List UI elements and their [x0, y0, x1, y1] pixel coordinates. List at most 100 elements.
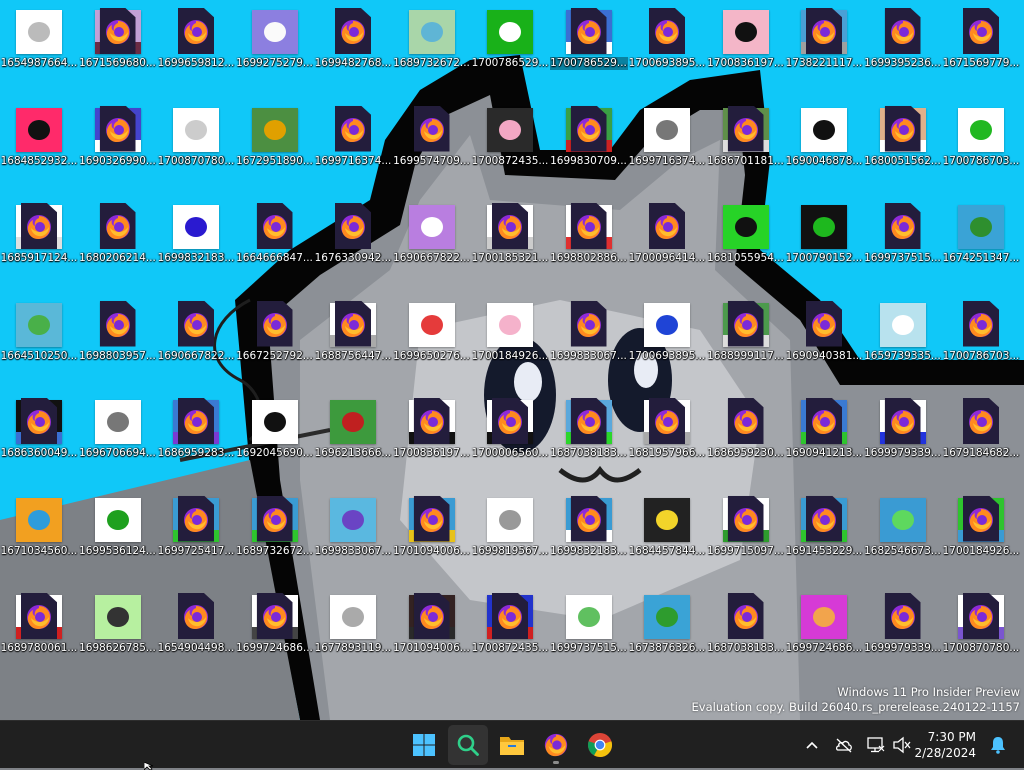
desktop-file-icon[interactable]: 1699715097...: [707, 494, 785, 562]
show-hidden-icons-button[interactable]: [800, 733, 824, 757]
taskbar-clock[interactable]: 7:30 PM 2/28/2024: [914, 729, 976, 761]
desktop-file-icon[interactable]: 1664510250...: [0, 299, 78, 367]
start-button[interactable]: [404, 725, 444, 765]
desktop-file-icon[interactable]: 1696213666...: [314, 396, 392, 464]
desktop-file-icon[interactable]: 1677893119...: [314, 591, 392, 659]
desktop-file-icon[interactable]: 1690667822...: [393, 201, 471, 269]
desktop-file-icon[interactable]: 1692045690...: [236, 396, 314, 464]
desktop-file-icon[interactable]: 1700836197...: [393, 396, 471, 464]
desktop-file-icon[interactable]: 1701094006...: [393, 494, 471, 562]
desktop-file-icon[interactable]: 1700693895...: [628, 299, 706, 367]
desktop-file-icon[interactable]: 1700185321...: [471, 201, 549, 269]
desktop-file-icon[interactable]: 1698802886...: [550, 201, 628, 269]
desktop-file-icon[interactable]: 1686701181...: [707, 104, 785, 172]
desktop-file-icon[interactable]: 1700006560...: [471, 396, 549, 464]
desktop-file-icon[interactable]: 1681957966...: [628, 396, 706, 464]
desktop-file-icon[interactable]: 1685917124...: [0, 201, 78, 269]
desktop-file-icon[interactable]: 1699833067...: [314, 494, 392, 562]
desktop-file-icon[interactable]: 1698626785...: [79, 591, 157, 659]
desktop-file-icon[interactable]: 1699574709...: [393, 104, 471, 172]
desktop-file-icon[interactable]: 1671569779...: [942, 6, 1020, 74]
desktop-file-icon[interactable]: 1689732672...: [393, 6, 471, 74]
desktop-file-icon[interactable]: 1699737515...: [550, 591, 628, 659]
desktop-file-icon[interactable]: 1700786529...: [549, 6, 628, 74]
desktop-file-icon[interactable]: 1699832183...: [550, 494, 628, 562]
desktop-file-icon[interactable]: 1699819567...: [471, 494, 549, 562]
desktop-file-icon[interactable]: 1687038183...: [707, 591, 785, 659]
desktop-file-icon[interactable]: 1738221117...: [785, 6, 863, 74]
desktop-file-icon[interactable]: 1700870780...: [157, 104, 235, 172]
desktop-file-icon[interactable]: 1684457844...: [628, 494, 706, 562]
desktop-file-icon[interactable]: 1687038183...: [550, 396, 628, 464]
desktop-file-icon[interactable]: 1674251347...: [942, 201, 1020, 269]
network-tray-button[interactable]: [864, 733, 888, 757]
desktop-file-icon[interactable]: 1686360049...: [0, 396, 78, 464]
desktop-file-icon[interactable]: 1699737515...: [864, 201, 942, 269]
desktop-file-icon[interactable]: 1699650276...: [393, 299, 471, 367]
desktop-file-icon[interactable]: 1700872435...: [471, 104, 549, 172]
desktop-file-icon[interactable]: 1680051562...: [864, 104, 942, 172]
desktop-file-icon[interactable]: 1688999117...: [707, 299, 785, 367]
desktop-file-icon[interactable]: 1672951890...: [236, 104, 314, 172]
desktop-file-icon[interactable]: 1699395236...: [864, 6, 942, 74]
desktop-file-icon[interactable]: 1699724686...: [236, 591, 314, 659]
desktop-file-icon[interactable]: 1690326990...: [79, 104, 157, 172]
desktop-file-icon[interactable]: 1689780061...: [0, 591, 78, 659]
desktop-file-icon[interactable]: 1700693895...: [628, 6, 706, 74]
desktop-file-icon[interactable]: 1700790152...: [785, 201, 863, 269]
desktop-file-icon[interactable]: 1654987664...: [0, 6, 78, 74]
desktop-file-icon[interactable]: 1699832183...: [157, 201, 235, 269]
desktop-file-icon[interactable]: 1659739335...: [864, 299, 942, 367]
desktop-file-icon[interactable]: 1700096414...: [628, 201, 706, 269]
search-button[interactable]: [448, 725, 488, 765]
onedrive-tray-button[interactable]: [832, 733, 856, 757]
desktop-file-icon[interactable]: 1701094006...: [393, 591, 471, 659]
desktop-file-icon[interactable]: 1699716374...: [314, 104, 392, 172]
desktop-file-icon[interactable]: 1680206214...: [79, 201, 157, 269]
desktop-file-icon[interactable]: 1700184926...: [942, 494, 1020, 562]
desktop-file-icon[interactable]: 1700786703...: [942, 104, 1020, 172]
chrome-taskbar-button[interactable]: [580, 725, 620, 765]
volume-tray-button[interactable]: [890, 733, 914, 757]
desktop-file-icon[interactable]: 1686959283...: [157, 396, 235, 464]
desktop-file-icon[interactable]: 1690667822...: [157, 299, 235, 367]
desktop-file-icon[interactable]: 1681055954...: [707, 201, 785, 269]
desktop-file-icon[interactable]: 1671034560...: [0, 494, 78, 562]
desktop-file-icon[interactable]: 1679184682...: [942, 396, 1020, 464]
desktop-file-icon[interactable]: 1700184926...: [471, 299, 549, 367]
desktop-file-icon[interactable]: 1689732672...: [236, 494, 314, 562]
desktop-file-icon[interactable]: 1699979339...: [864, 591, 942, 659]
desktop-file-icon[interactable]: 1699830709...: [550, 104, 628, 172]
desktop-file-icon[interactable]: 1664666847...: [236, 201, 314, 269]
file-explorer-button[interactable]: [492, 725, 532, 765]
desktop-file-icon[interactable]: 1699659812...: [157, 6, 235, 74]
desktop-file-icon[interactable]: 1690940381...: [785, 299, 863, 367]
desktop-file-icon[interactable]: 1698803957...: [79, 299, 157, 367]
desktop-file-icon[interactable]: 1682546673...: [864, 494, 942, 562]
desktop-file-icon[interactable]: 1700786703...: [942, 299, 1020, 367]
notification-center-button[interactable]: [986, 733, 1010, 757]
desktop-file-icon[interactable]: 1671569680...: [79, 6, 157, 74]
desktop-file-icon[interactable]: 1684852932...: [0, 104, 78, 172]
desktop-file-icon[interactable]: 1699482768...: [314, 6, 392, 74]
firefox-taskbar-button[interactable]: [536, 725, 576, 765]
desktop-file-icon[interactable]: 1699725417...: [157, 494, 235, 562]
desktop-file-icon[interactable]: 1690941213...: [785, 396, 863, 464]
desktop-file-icon[interactable]: 1700870780...: [942, 591, 1020, 659]
desktop-file-icon[interactable]: 1699716374...: [628, 104, 706, 172]
desktop-file-icon[interactable]: 1691453229...: [785, 494, 863, 562]
desktop-file-icon[interactable]: 1699833067...: [550, 299, 628, 367]
desktop-file-icon[interactable]: 1699275279...: [236, 6, 314, 74]
desktop-file-icon[interactable]: 1699536124...: [79, 494, 157, 562]
desktop-file-icon[interactable]: 1676330942...: [314, 201, 392, 269]
desktop-file-icon[interactable]: 1700786529...: [471, 6, 549, 74]
desktop-file-icon[interactable]: 1700836197...: [707, 6, 785, 74]
desktop-file-icon[interactable]: 1699979339...: [864, 396, 942, 464]
desktop-file-icon[interactable]: 1696706694...: [79, 396, 157, 464]
desktop-file-icon[interactable]: 1700872435...: [471, 591, 549, 659]
desktop-file-icon[interactable]: 1667252792...: [236, 299, 314, 367]
desktop-file-icon[interactable]: 1690046878...: [785, 104, 863, 172]
desktop-file-icon[interactable]: 1688756447...: [314, 299, 392, 367]
desktop-file-icon[interactable]: 1699724686...: [785, 591, 863, 659]
desktop-file-icon[interactable]: 1686959230...: [707, 396, 785, 464]
